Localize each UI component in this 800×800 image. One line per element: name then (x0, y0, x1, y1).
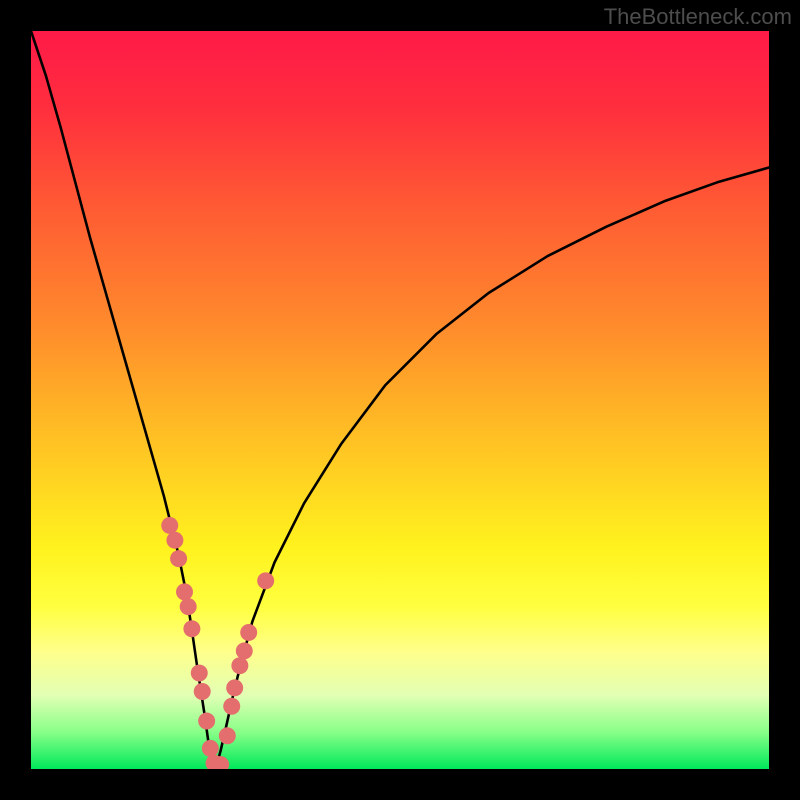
scatter-dot (219, 727, 236, 744)
scatter-dot (191, 665, 208, 682)
scatter-dot (236, 642, 253, 659)
gradient-background (31, 31, 769, 769)
plot-area (31, 31, 769, 769)
scatter-dot (223, 698, 240, 715)
scatter-dot (240, 624, 257, 641)
scatter-dot (176, 583, 193, 600)
scatter-dot (180, 598, 197, 615)
scatter-dot (202, 740, 219, 757)
scatter-dot (194, 683, 211, 700)
scatter-dot (198, 713, 215, 730)
scatter-dot (166, 532, 183, 549)
scatter-dot (226, 679, 243, 696)
chart-svg (31, 31, 769, 769)
scatter-dot (257, 572, 274, 589)
scatter-dot (170, 550, 187, 567)
scatter-dot (231, 657, 248, 674)
watermark-text: TheBottleneck.com (604, 4, 792, 30)
scatter-dot (161, 517, 178, 534)
scatter-dot (183, 620, 200, 637)
chart-frame: TheBottleneck.com (0, 0, 800, 800)
